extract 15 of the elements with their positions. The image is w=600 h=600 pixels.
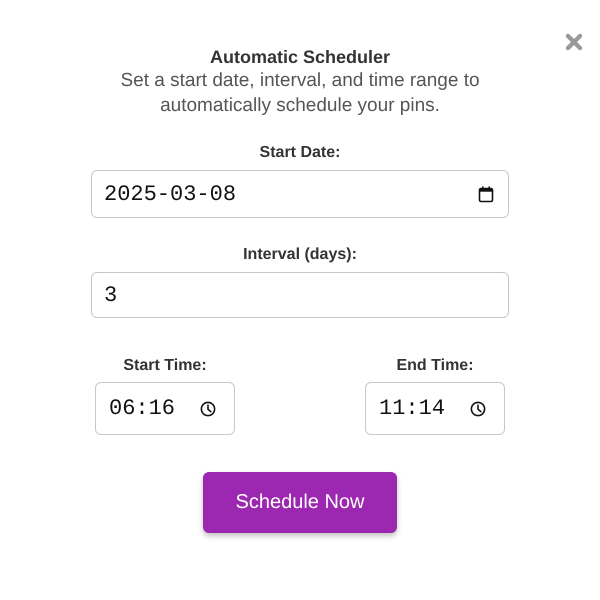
- clock-icon[interactable]: [200, 400, 216, 416]
- number-field[interactable]: 3: [91, 272, 509, 318]
- field-label: Interval (days):: [243, 245, 357, 265]
- schedule-now-button[interactable]: Schedule Now: [203, 472, 397, 533]
- date-field[interactable]: 2025-03-08: [91, 170, 509, 218]
- time-label: End Time:: [396, 356, 474, 376]
- time-field[interactable]: 11:14: [365, 382, 505, 435]
- field-label: Start Date:: [260, 143, 340, 163]
- clock-icon[interactable]: [470, 400, 486, 416]
- dialog-description: Set a start date, interval, and time range to automatically schedule your pins.: [119, 69, 481, 118]
- time-label: Start Time:: [123, 356, 207, 376]
- close-icon[interactable]: [565, 33, 583, 51]
- calendar-icon[interactable]: [478, 186, 494, 202]
- dialog-title: Automatic Scheduler: [210, 46, 390, 68]
- time-field[interactable]: 06:16: [95, 382, 235, 435]
